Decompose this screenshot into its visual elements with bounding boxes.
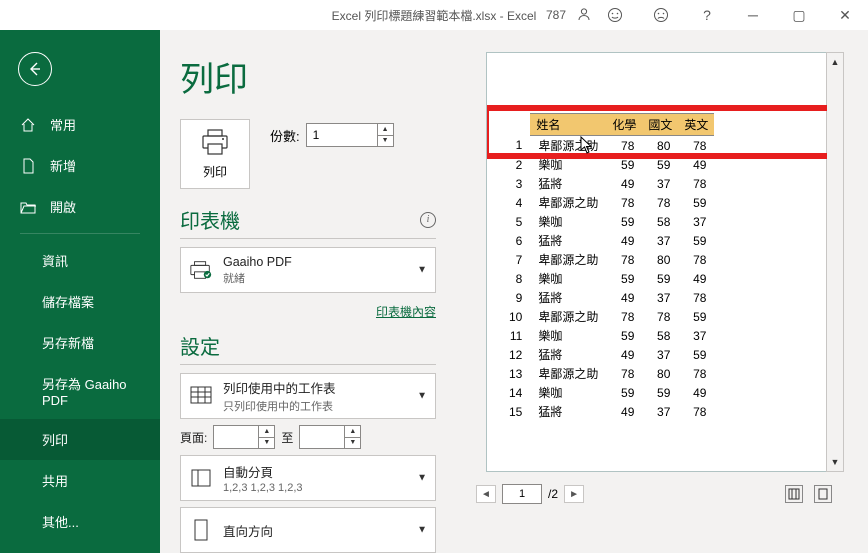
help-icon[interactable]: ? xyxy=(684,0,730,30)
copies-spinner[interactable]: ▲▼ xyxy=(377,124,393,146)
preview-scrollbar[interactable]: ▲ ▼ xyxy=(826,52,844,472)
sidebar-item-label: 常用 xyxy=(50,115,76,134)
chevron-down-icon: ▼ xyxy=(417,265,427,276)
printer-status: 就緒 xyxy=(223,270,292,286)
table-row: 11樂咖595837 xyxy=(501,326,714,345)
print-button-label: 列印 xyxy=(203,163,227,180)
table-row: 15猛將493778 xyxy=(501,402,714,421)
sidebar-item-saveas[interactable]: 另存新檔 xyxy=(0,322,160,363)
sidebar-item-label: 儲存檔案 xyxy=(42,292,94,311)
table-header: 化學 xyxy=(606,114,642,136)
prev-page-button[interactable]: ◄ xyxy=(476,485,496,503)
backstage-sidebar: 常用 新增 開啟 資訊 儲存檔案 另存新檔 另存為 Gaaiho PDF 列印 … xyxy=(0,30,160,553)
copies-label: 份數: xyxy=(270,126,300,145)
table-row: 10卑鄙源之助787859 xyxy=(501,307,714,326)
chevron-down-icon: ▼ xyxy=(417,391,427,402)
table-row: 6猛將493759 xyxy=(501,231,714,250)
sidebar-item-label: 共用 xyxy=(42,471,68,490)
page-title: 列印 xyxy=(180,52,436,101)
printer-properties-link[interactable]: 印表機內容 xyxy=(376,305,436,319)
table-row: 3猛將493778 xyxy=(501,174,714,193)
table-header: 國文 xyxy=(642,114,678,136)
table-row: 4卑鄙源之助787859 xyxy=(501,193,714,212)
portrait-icon xyxy=(189,518,213,542)
sidebar-item-info[interactable]: 資訊 xyxy=(0,240,160,281)
show-margins-button[interactable] xyxy=(785,485,803,503)
sidebar-item-home[interactable]: 常用 xyxy=(0,104,160,145)
table-row: 9猛將493778 xyxy=(501,288,714,307)
page-range-row: 頁面: ▲▼ 至 ▲▼ xyxy=(180,425,436,449)
printer-selector[interactable]: Gaaiho PDF 就緒 ▼ xyxy=(180,247,436,293)
chevron-down-icon: ▼ xyxy=(417,473,427,484)
table-row: 8樂咖595949 xyxy=(501,269,714,288)
sidebar-item-label: 另存為 Gaaiho PDF xyxy=(42,374,140,408)
user-indicator[interactable]: 787 xyxy=(546,0,592,30)
print-preview: 姓名化學國文英文 1卑鄙源之助7880782樂咖5959493猛將4937784… xyxy=(456,52,838,553)
table-header: 英文 xyxy=(678,114,714,136)
zoom-to-page-button[interactable] xyxy=(814,485,832,503)
sidebar-item-label: 列印 xyxy=(42,430,68,449)
page-to-spinner[interactable]: ▲▼ xyxy=(344,426,360,448)
table-header xyxy=(501,114,530,136)
preview-page: 姓名化學國文英文 1卑鄙源之助7880782樂咖5959493猛將4937784… xyxy=(486,52,828,472)
printer-icon xyxy=(200,128,230,159)
sidebar-item-print[interactable]: 列印 xyxy=(0,419,160,460)
print-what-selector[interactable]: 列印使用中的工作表 只列印使用中的工作表 ▼ xyxy=(180,373,436,419)
total-pages-label: /2 xyxy=(548,487,558,501)
preview-page-nav: ◄ /2 ► xyxy=(476,484,584,504)
minimize-button[interactable]: ─ xyxy=(730,0,776,30)
sidebar-item-label: 開啟 xyxy=(50,197,76,216)
chevron-up-icon[interactable]: ▲ xyxy=(377,124,393,136)
pages-to-label: 至 xyxy=(281,429,293,446)
sidebar-item-label: 其他... xyxy=(42,512,79,531)
printer-section-title: 印表機 i xyxy=(180,205,436,234)
next-page-button[interactable]: ► xyxy=(564,485,584,503)
sidebar-item-share[interactable]: 共用 xyxy=(0,460,160,501)
preview-table: 姓名化學國文英文 1卑鄙源之助7880782樂咖5959493猛將4937784… xyxy=(501,113,714,421)
sidebar-item-save[interactable]: 儲存檔案 xyxy=(0,281,160,322)
table-row: 7卑鄙源之助788078 xyxy=(501,250,714,269)
sidebar-item-more[interactable]: 其他... xyxy=(0,501,160,542)
close-button[interactable]: ✕ xyxy=(822,0,868,30)
happy-face-icon[interactable] xyxy=(592,0,638,30)
scroll-up-icon[interactable]: ▲ xyxy=(827,53,843,71)
title-bar: Excel 列印標題練習範本檔.xlsx - Excel 787 ? ─ ▢ ✕ xyxy=(0,0,868,30)
sheet-icon xyxy=(189,384,213,408)
table-row: 1卑鄙源之助788078 xyxy=(501,136,714,156)
scroll-down-icon[interactable]: ▼ xyxy=(827,453,843,471)
print-button[interactable]: 列印 xyxy=(180,119,250,189)
table-header: 姓名 xyxy=(530,114,606,136)
home-icon xyxy=(20,117,36,133)
chevron-down-icon[interactable]: ▼ xyxy=(377,136,393,147)
settings-section-title: 設定 xyxy=(180,331,436,360)
sidebar-item-open[interactable]: 開啟 xyxy=(0,186,160,227)
sidebar-item-saveas-gaaiho[interactable]: 另存為 Gaaiho PDF xyxy=(0,363,160,419)
sidebar-item-label: 新增 xyxy=(50,156,76,175)
table-row: 2樂咖595949 xyxy=(501,155,714,174)
collate-selector[interactable]: 自動分頁 1,2,3 1,2,3 1,2,3 ▼ xyxy=(180,455,436,501)
collate-icon xyxy=(189,466,213,490)
maximize-button[interactable]: ▢ xyxy=(776,0,822,30)
table-row: 5樂咖595837 xyxy=(501,212,714,231)
back-button[interactable] xyxy=(18,52,52,86)
orientation-selector[interactable]: 直向方向 ▼ xyxy=(180,507,436,553)
sidebar-item-new[interactable]: 新增 xyxy=(0,145,160,186)
user-icon xyxy=(576,6,592,25)
window-title: Excel 列印標題練習範本檔.xlsx - Excel xyxy=(332,7,537,24)
sidebar-item-label: 資訊 xyxy=(42,251,68,270)
sidebar-item-label: 另存新檔 xyxy=(42,333,94,352)
printer-device-icon xyxy=(189,258,213,282)
pages-label: 頁面: xyxy=(180,429,207,446)
sad-face-icon[interactable] xyxy=(638,0,684,30)
table-row: 13卑鄙源之助788078 xyxy=(501,364,714,383)
table-row: 12猛將493759 xyxy=(501,345,714,364)
open-icon xyxy=(20,199,36,215)
info-icon[interactable]: i xyxy=(420,212,436,228)
printer-name: Gaaiho PDF xyxy=(223,255,292,269)
chevron-down-icon: ▼ xyxy=(417,525,427,536)
current-page-input[interactable] xyxy=(502,484,542,504)
new-icon xyxy=(20,158,36,174)
table-row: 14樂咖595949 xyxy=(501,383,714,402)
page-from-spinner[interactable]: ▲▼ xyxy=(258,426,274,448)
